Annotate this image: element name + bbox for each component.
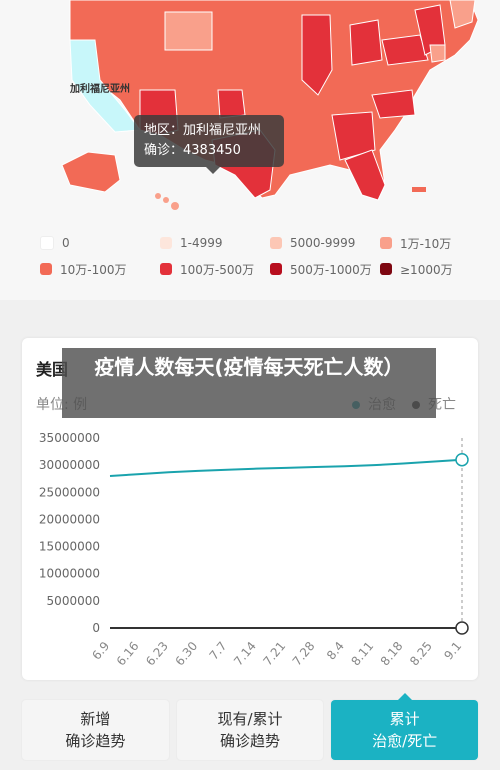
legend-swatch xyxy=(270,263,282,275)
tab-line2: 确诊趋势 xyxy=(65,732,126,750)
legend-item[interactable]: 1-4999 xyxy=(160,236,270,250)
legend-item[interactable]: 5000-9999 xyxy=(270,236,380,250)
legend-swatch xyxy=(40,263,52,275)
tab-line2: 治愈/死亡 xyxy=(372,732,438,750)
tab-cumulative-recovered-deaths[interactable]: 累计 治愈/死亡 xyxy=(331,693,479,760)
legend-swatch xyxy=(380,263,392,275)
y-tick-label: 0 xyxy=(92,621,100,635)
x-tick-label: 7.28 xyxy=(290,639,318,668)
legend-label: 100万-500万 xyxy=(180,262,255,277)
x-tick-label: 8.4 xyxy=(324,639,347,663)
legend-swatch xyxy=(160,237,172,249)
legend-label: 0 xyxy=(62,236,70,250)
legend-label: 1万-10万 xyxy=(400,236,452,251)
overlay-caption: 疫情人数每天(疫情每天死亡人数） xyxy=(62,348,436,418)
legend-item[interactable]: 100万-500万 xyxy=(160,262,270,277)
y-tick-label: 10000000 xyxy=(39,567,100,581)
legend-item[interactable]: 1万-10万 xyxy=(380,236,480,251)
x-tick-label: 7.21 xyxy=(260,639,288,668)
series-end-point xyxy=(455,621,469,635)
legend-label: 10万-100万 xyxy=(60,262,127,277)
x-tick-label: 6.30 xyxy=(172,639,200,668)
legend-swatch xyxy=(40,236,54,250)
x-tick-label: 8.25 xyxy=(407,639,435,668)
legend-label: 500万-1000万 xyxy=(290,262,372,277)
x-tick-label: 7.14 xyxy=(231,639,259,668)
map-region-label: 加利福尼亚州 xyxy=(70,84,130,95)
tab-line2: 确诊趋势 xyxy=(220,732,281,750)
legend-swatch xyxy=(270,237,282,249)
y-tick-label: 5000000 xyxy=(47,594,100,608)
legend-item[interactable]: 500万-1000万 xyxy=(270,262,380,277)
map-tooltip: 地区：加利福尼亚州 确诊：4383450 xyxy=(134,115,284,174)
legend-item[interactable]: 0 xyxy=(40,236,160,250)
chart-tabs: 新增 确诊趋势 现有/累计 确诊趋势 累计 治愈/死亡 xyxy=(22,693,479,760)
tab-line1: 现有/累计 xyxy=(217,710,283,728)
x-tick-label: 8.11 xyxy=(348,639,376,668)
tab-current-cumulative[interactable]: 现有/累计 确诊趋势 xyxy=(176,700,324,760)
us-map-panel: 加利福尼亚州 地区：加利福尼亚州 确诊：4383450 0 1-4999 500… xyxy=(0,0,500,300)
y-tick-label: 20000000 xyxy=(39,512,100,526)
tab-new-confirmed[interactable]: 新增 确诊趋势 xyxy=(22,700,169,760)
y-tick-label: 30000000 xyxy=(39,458,100,472)
legend-label: ≥1000万 xyxy=(400,262,453,277)
x-tick-label: 8.18 xyxy=(378,639,406,668)
map-legend: 0 1-4999 5000-9999 1万-10万 10万-100万 100万-… xyxy=(40,236,480,277)
legend-item[interactable]: 10万-100万 xyxy=(40,262,160,277)
y-tick-label: 25000000 xyxy=(39,485,100,499)
y-tick-label: 35000000 xyxy=(39,431,100,445)
x-tick-label: 6.9 xyxy=(89,639,112,663)
tooltip-confirmed: 确诊：4383450 xyxy=(144,143,241,158)
x-tick-label: 6.23 xyxy=(143,639,171,668)
legend-label: 5000-9999 xyxy=(290,236,356,250)
tooltip-region: 地区：加利福尼亚州 xyxy=(144,123,262,138)
x-tick-label: 7.7 xyxy=(207,639,230,663)
legend-item[interactable]: ≥1000万 xyxy=(380,262,480,277)
legend-swatch xyxy=(380,237,392,249)
legend-swatch xyxy=(160,263,172,275)
tab-line1: 累计 xyxy=(389,710,420,728)
x-tick-label: 9.1 xyxy=(441,639,464,663)
series-end-point xyxy=(455,452,469,467)
line-chart[interactable]: 35000000 30000000 25000000 20000000 15000000… xyxy=(22,428,478,678)
tab-line1: 新增 xyxy=(80,710,111,728)
series-line[interactable] xyxy=(109,458,463,477)
legend-label: 1-4999 xyxy=(180,236,223,250)
x-tick-label: 6.16 xyxy=(114,639,142,668)
y-tick-label: 15000000 xyxy=(39,540,100,554)
